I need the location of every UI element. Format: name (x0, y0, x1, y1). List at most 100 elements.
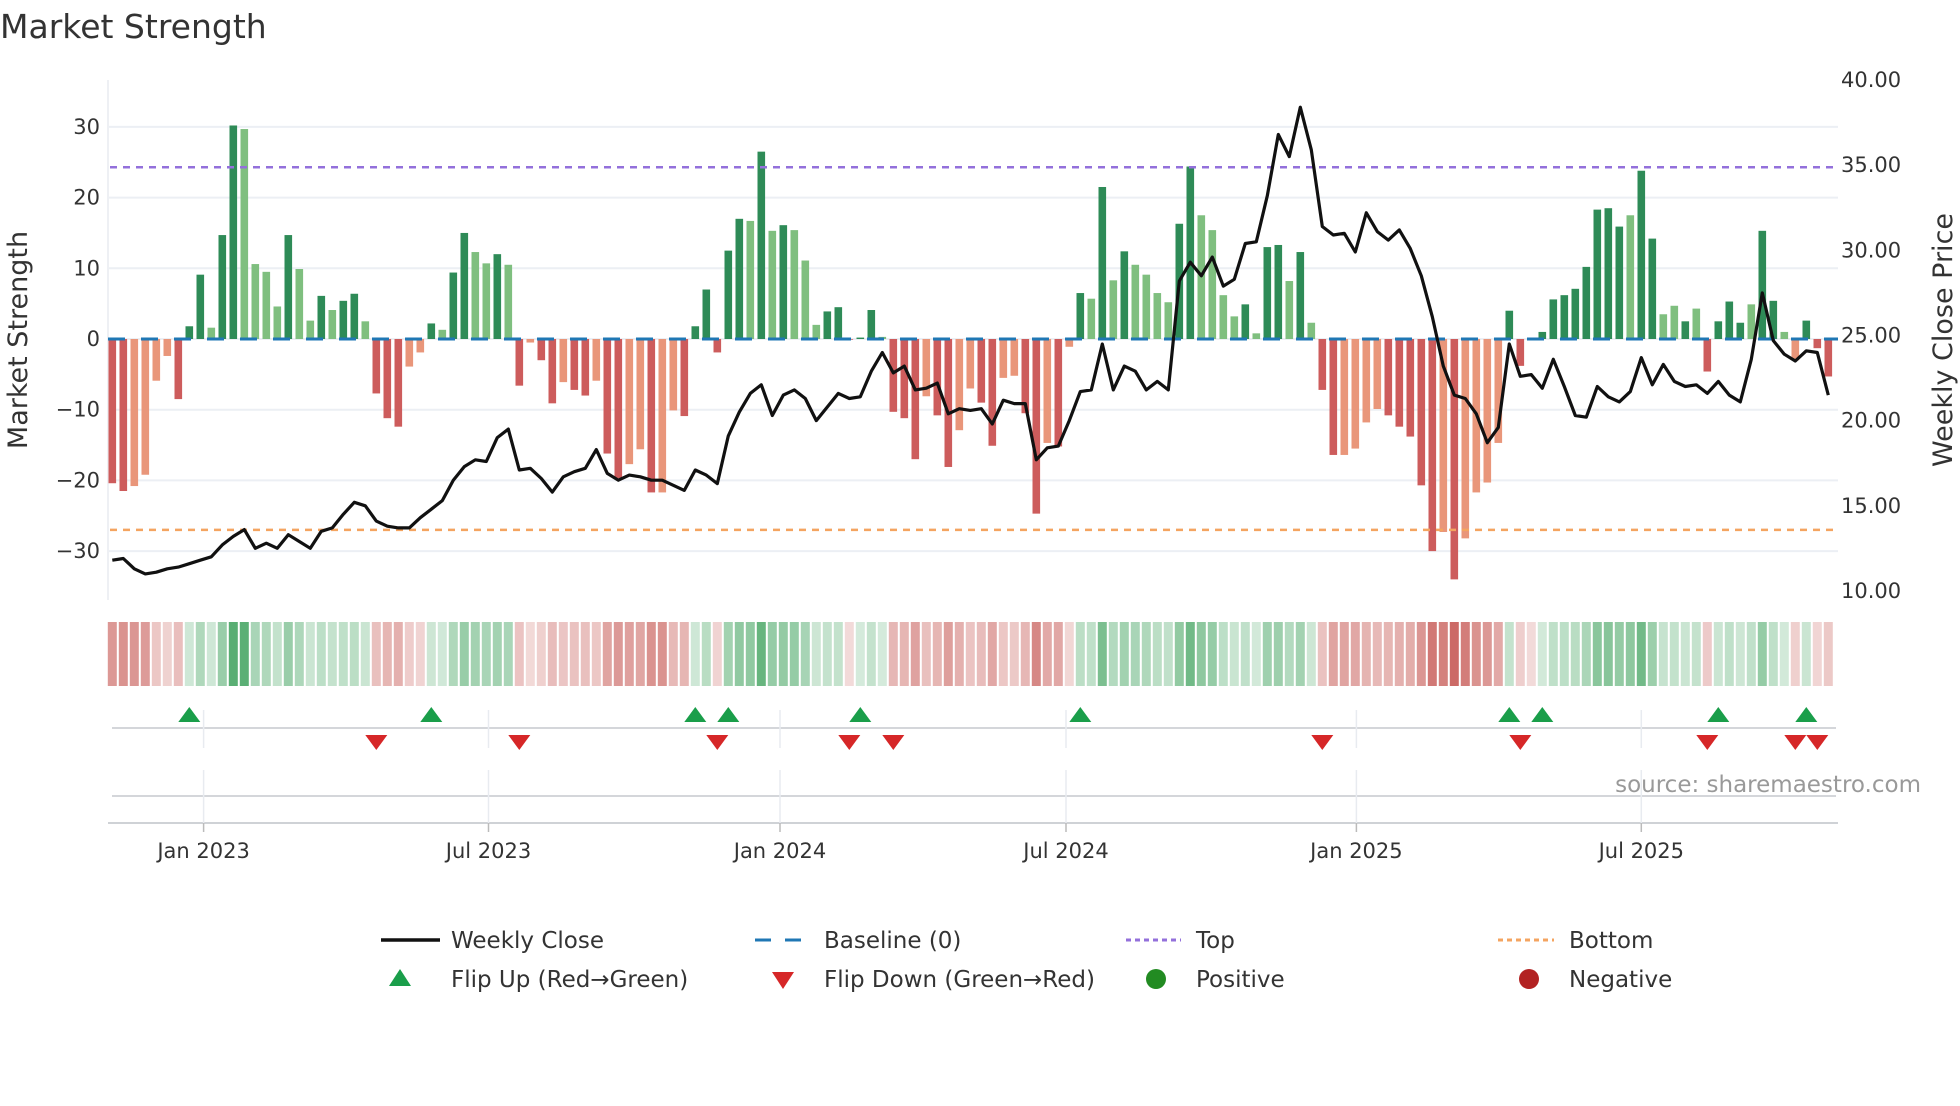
flip-up-marker (1707, 707, 1730, 722)
x-tick-label: Jul 2025 (1597, 839, 1684, 863)
negative-strength-bar (383, 339, 392, 419)
heat-cell (1416, 622, 1426, 686)
heat-cell (800, 622, 810, 686)
heat-cell (261, 622, 271, 686)
negative-strength-bar (163, 339, 172, 356)
heat-cell (734, 622, 744, 686)
negative-strength-bar (1461, 339, 1470, 539)
heat-cell (1592, 622, 1602, 686)
negative-strength-bar (680, 339, 689, 417)
positive-strength-bar (207, 327, 216, 339)
positive-strength-bar (1780, 331, 1789, 339)
heat-cell (1559, 622, 1569, 686)
negative-strength-bar (1450, 339, 1459, 580)
heat-cell (1658, 622, 1668, 686)
strength-heat-strip (107, 622, 1833, 686)
positive-strength-bar (1758, 230, 1767, 339)
negative-strength-bar (1824, 339, 1833, 377)
flip-down-marker (706, 735, 729, 750)
positive-strength-bar (1648, 238, 1657, 339)
heat-cell (1152, 622, 1162, 686)
negative-strength-bar (570, 339, 579, 390)
positive-strength-bar (361, 321, 370, 339)
legend-negative-icon (1519, 969, 1539, 989)
negative-strength-bar (1318, 339, 1327, 390)
heat-cell (1691, 622, 1701, 686)
x-axis-ticks: Jan 2023 Jul 2023 Jan 2024 Jul 2024 Jan 2025… (155, 710, 1684, 863)
positive-strength-bar (1307, 322, 1316, 339)
heat-cell (1185, 622, 1195, 686)
negative-strength-bar (647, 339, 656, 493)
heat-cell (404, 622, 414, 686)
heat-cell (470, 622, 480, 686)
heat-cell (1328, 622, 1338, 686)
positive-strength-bar (284, 235, 293, 339)
heat-cell (1515, 622, 1525, 686)
heat-cell (437, 622, 447, 686)
heat-cell (910, 622, 920, 686)
heat-cell (767, 622, 777, 686)
heat-cell (778, 622, 788, 686)
heat-cell (602, 622, 612, 686)
negative-strength-bar (1384, 339, 1393, 416)
legend-top-label: Top (1195, 928, 1235, 954)
negative-strength-bar (988, 339, 997, 446)
negative-strength-bar (1395, 339, 1404, 427)
positive-strength-bar (1593, 209, 1602, 339)
negative-strength-bar (966, 339, 975, 389)
positive-strength-bar (1659, 314, 1668, 339)
positive-strength-bar (790, 230, 799, 339)
heat-cell (151, 622, 161, 686)
heat-cell (624, 622, 634, 686)
heat-cell (1108, 622, 1118, 686)
negative-strength-bar (636, 339, 645, 450)
heat-cell (1086, 622, 1096, 686)
negative-strength-bar (1054, 339, 1063, 447)
negative-strength-bar (933, 339, 942, 416)
heat-cell (613, 622, 623, 686)
right-tick-label: 35.00 (1841, 153, 1901, 177)
negative-strength-bar (141, 339, 150, 475)
positive-strength-bar (1626, 215, 1635, 339)
positive-strength-bar (1219, 295, 1228, 339)
heat-cell (272, 622, 282, 686)
positive-strength-bar (1604, 208, 1613, 339)
positive-strength-bar (1230, 316, 1239, 339)
left-tick-label: 0 (87, 327, 100, 351)
positive-strength-bar (1208, 230, 1217, 339)
positive-strength-bar (328, 310, 337, 339)
heat-cell (1669, 622, 1679, 686)
negative-strength-bar (130, 339, 139, 487)
positive-strength-bar (768, 230, 777, 339)
heat-cell (1405, 622, 1415, 686)
positive-strength-bar (1637, 170, 1646, 339)
heat-cell (954, 622, 964, 686)
positive-strength-bar (702, 289, 711, 339)
positive-strength-bar (735, 218, 744, 339)
positive-strength-bar (691, 326, 700, 339)
heat-cell (184, 622, 194, 686)
negative-strength-bar (394, 339, 403, 427)
negative-strength-bar (1703, 339, 1712, 372)
heat-cell (690, 622, 700, 686)
heat-cell (976, 622, 986, 686)
heat-cell (1207, 622, 1217, 686)
legend: Weekly Close Baseline (0) Top Bottom Fli… (381, 928, 1672, 993)
positive-strength-bar (856, 337, 865, 339)
positive-strength-bar (1549, 299, 1558, 339)
heat-cell (1493, 622, 1503, 686)
positive-strength-bar (350, 293, 359, 339)
heat-cell (1526, 622, 1536, 686)
negative-strength-bar (900, 339, 909, 419)
left-tick-label: −30 (56, 539, 100, 563)
positive-strength-bar (1252, 333, 1261, 339)
heat-cell (514, 622, 524, 686)
heat-cell (1603, 622, 1613, 686)
negative-strength-bar (713, 339, 722, 353)
heat-cell (294, 622, 304, 686)
positive-strength-bar (834, 307, 843, 339)
x-tick-label: Jul 2024 (1021, 839, 1108, 863)
positive-strength-bar (1505, 310, 1514, 339)
heat-cell (789, 622, 799, 686)
heat-cell (107, 622, 117, 686)
